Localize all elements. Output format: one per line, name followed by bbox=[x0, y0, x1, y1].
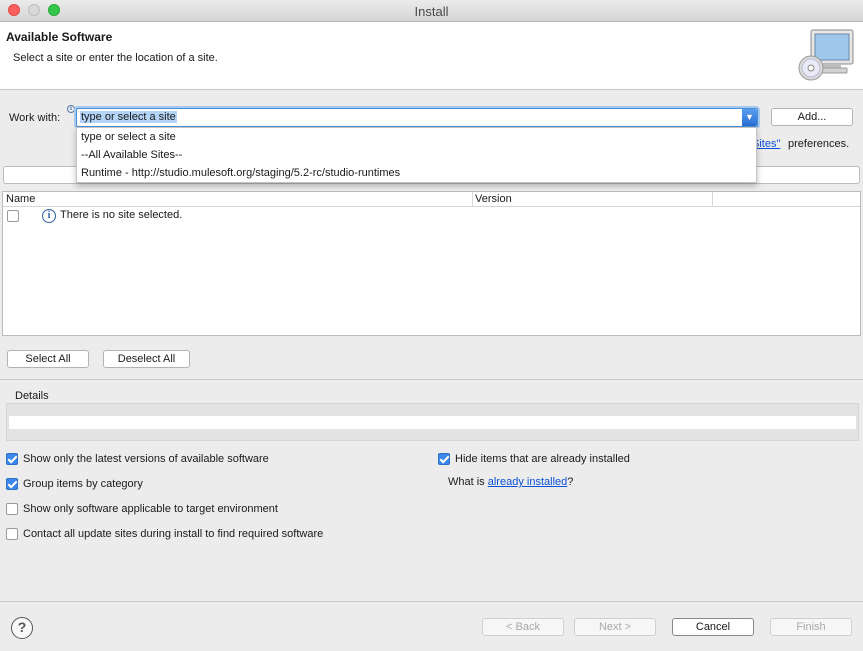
row-checkbox[interactable] bbox=[7, 210, 19, 222]
already-installed-suffix: ? bbox=[567, 476, 574, 488]
software-table[interactable]: Name Version i There is no site selected… bbox=[2, 191, 861, 336]
chevron-down-icon[interactable]: ▼ bbox=[742, 109, 757, 126]
already-installed-line: What is already installed? bbox=[448, 476, 573, 488]
hide-installed-label: Hide items that are already installed bbox=[455, 453, 630, 465]
select-all-button[interactable]: Select All bbox=[7, 350, 89, 368]
table-row[interactable]: i There is no site selected. bbox=[3, 207, 860, 225]
already-installed-link[interactable]: already installed bbox=[488, 476, 568, 488]
hide-installed-checkbox[interactable] bbox=[438, 453, 450, 465]
wizard-banner: Available Software Select a site or ente… bbox=[0, 22, 863, 90]
details-panel bbox=[6, 403, 859, 441]
deselect-all-button[interactable]: Deselect All bbox=[103, 350, 190, 368]
site-dropdown-list[interactable]: type or select a site --All Available Si… bbox=[76, 127, 757, 183]
row-text: There is no site selected. bbox=[60, 209, 183, 221]
already-installed-prefix: What is bbox=[448, 476, 485, 488]
work-with-label: Work with: bbox=[9, 112, 61, 124]
details-label: Details bbox=[15, 390, 49, 402]
page-description: Select a site or enter the location of a… bbox=[13, 52, 218, 64]
dropdown-option[interactable]: Runtime - http://studio.mulesoft.org/sta… bbox=[77, 164, 756, 182]
info-hint-icon[interactable]: i bbox=[67, 105, 75, 113]
help-icon[interactable]: ? bbox=[11, 617, 33, 639]
section-divider bbox=[0, 379, 863, 380]
contact-sites-checkbox[interactable] bbox=[6, 528, 18, 540]
column-header-version[interactable]: Version bbox=[475, 193, 512, 205]
dropdown-option[interactable]: type or select a site bbox=[77, 128, 756, 146]
target-environment-label: Show only software applicable to target … bbox=[23, 503, 278, 515]
work-with-combo[interactable]: type or select a site ▼ bbox=[76, 108, 758, 127]
back-button[interactable]: < Back bbox=[482, 618, 564, 636]
latest-versions-label: Show only the latest versions of availab… bbox=[23, 453, 269, 465]
latest-versions-checkbox[interactable] bbox=[6, 453, 18, 465]
table-header: Name Version bbox=[3, 192, 860, 207]
contact-sites-label: Contact all update sites during install … bbox=[23, 528, 324, 540]
add-site-button[interactable]: Add... bbox=[771, 108, 853, 126]
target-environment-checkbox[interactable] bbox=[6, 503, 18, 515]
details-text-area bbox=[9, 416, 856, 429]
dropdown-option[interactable]: --All Available Sites-- bbox=[77, 146, 756, 164]
group-by-category-label: Group items by category bbox=[23, 478, 143, 490]
group-by-category-checkbox[interactable] bbox=[6, 478, 18, 490]
next-button[interactable]: Next > bbox=[574, 618, 656, 636]
cancel-button[interactable]: Cancel bbox=[672, 618, 754, 636]
footer-divider bbox=[0, 601, 863, 602]
window-titlebar: Install bbox=[0, 0, 863, 22]
page-title: Available Software bbox=[6, 30, 113, 44]
column-header-name[interactable]: Name bbox=[6, 193, 35, 205]
preferences-text: preferences. bbox=[788, 138, 850, 150]
info-icon: i bbox=[42, 209, 56, 223]
computer-cd-icon bbox=[798, 29, 854, 81]
window-title: Install bbox=[414, 4, 449, 19]
work-with-input[interactable]: type or select a site bbox=[80, 111, 177, 123]
column-divider[interactable] bbox=[712, 192, 713, 207]
column-divider[interactable] bbox=[472, 192, 473, 207]
finish-button[interactable]: Finish bbox=[770, 618, 852, 636]
